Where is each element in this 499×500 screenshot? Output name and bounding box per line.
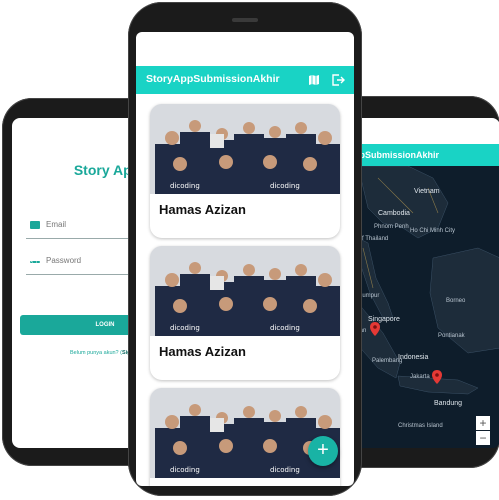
email-icon <box>30 221 40 229</box>
story-photo: dicoding dicoding <box>150 104 340 194</box>
logout-icon[interactable] <box>332 74 345 86</box>
add-story-button[interactable]: + <box>308 436 338 466</box>
photo-caption: dicoding <box>170 324 200 332</box>
map-label: Ho Chi Minh City <box>410 228 456 234</box>
password-icon <box>30 261 40 263</box>
story-card[interactable]: dicoding dicoding <box>150 388 340 486</box>
map-label: Borneo <box>446 298 466 304</box>
story-list-screen: StoryAppSubmissionAkhir dicoding dicodin… <box>136 32 354 486</box>
story-author: Hamas Azizan <box>159 202 246 217</box>
map-label: Vietnam <box>414 188 440 195</box>
map-label: Indonesia <box>398 354 429 361</box>
photo-caption: dicoding <box>270 466 300 474</box>
phone-speaker <box>232 18 258 22</box>
zoom-out-button[interactable]: − <box>476 431 490 445</box>
email-placeholder: Email <box>46 220 67 229</box>
map-marker-icon[interactable] <box>432 370 442 384</box>
app-title: StoryAppSubmissionAkhir <box>146 73 280 85</box>
story-author: Hamas Azizan <box>159 344 246 359</box>
map-label: Pontianak <box>438 333 465 339</box>
zoom-in-button[interactable]: + <box>476 416 490 430</box>
map-label: Cambodia <box>378 210 410 217</box>
story-photo: dicoding dicoding <box>150 246 340 336</box>
map-screen[interactable]: ppSubmissionAkhir Vietnam Cambodia Phnom… <box>338 118 499 448</box>
map-label: Jakarta <box>410 374 430 380</box>
map-label: Bandung <box>434 400 463 407</box>
story-card[interactable]: dicoding dicoding Hamas Azizan <box>150 104 340 238</box>
story-card[interactable]: dicoding dicoding Hamas Azizan <box>150 246 340 380</box>
photo-caption: dicoding <box>270 324 300 332</box>
map-marker-icon[interactable] <box>370 322 380 336</box>
photo-caption: dicoding <box>170 182 200 190</box>
main-phone-frame: StoryAppSubmissionAkhir dicoding dicodin… <box>128 2 362 496</box>
photo-caption: dicoding <box>170 466 200 474</box>
map-status-area <box>338 118 499 144</box>
password-placeholder: Password <box>46 256 82 265</box>
map-label: Christmas Island <box>398 423 443 429</box>
map-label: Palembang <box>372 358 403 364</box>
signup-text: Belum punya akun? ( <box>70 350 122 356</box>
map-app-bar: ppSubmissionAkhir <box>338 144 499 166</box>
photo-caption: dicoding <box>270 182 300 190</box>
story-photo: dicoding dicoding <box>150 388 340 478</box>
map-label: Phnom Penh <box>374 224 409 230</box>
map-icon[interactable] <box>308 74 320 86</box>
map-canvas[interactable] <box>338 118 499 448</box>
app-bar: StoryAppSubmissionAkhir <box>136 66 354 94</box>
